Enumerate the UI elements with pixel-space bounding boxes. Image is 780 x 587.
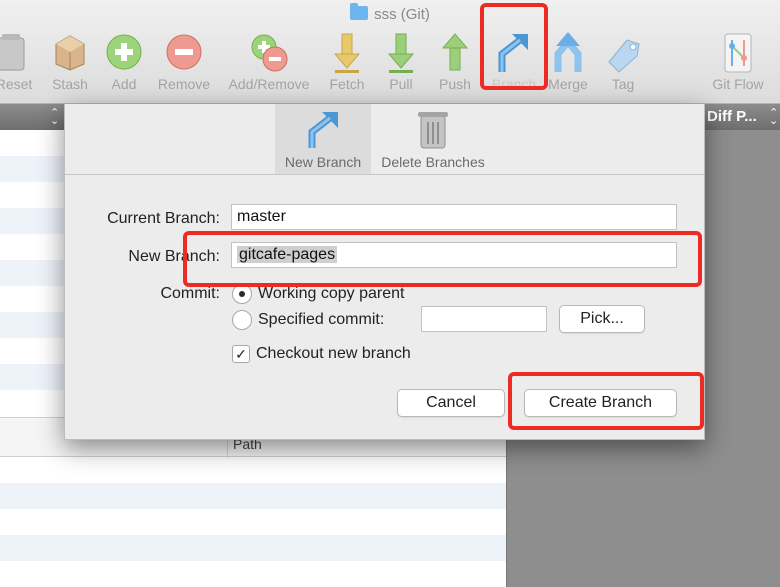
working-copy-label: Working copy parent	[258, 285, 405, 302]
pick-button[interactable]: Pick...	[559, 305, 645, 333]
remove-icon	[166, 34, 202, 70]
git-flow-icon	[724, 33, 752, 73]
list-row	[0, 561, 506, 587]
window-title-text: sss (Git)	[374, 6, 430, 23]
merge-icon	[554, 32, 582, 72]
current-branch-field: master	[231, 204, 677, 230]
tab-delete-branches[interactable]: Delete Branches	[373, 104, 493, 174]
push-icon	[441, 33, 469, 71]
new-branch-icon	[308, 112, 338, 148]
branch-sheet: New Branch Delete Branches Current Branc…	[64, 104, 705, 440]
branch-icon	[498, 34, 528, 72]
window-title: sss (Git)	[0, 3, 780, 23]
remove-label: Remove	[157, 76, 211, 92]
pull-icon	[387, 33, 415, 73]
create-branch-button[interactable]: Create Branch	[524, 389, 677, 417]
reset-icon	[0, 34, 25, 71]
path-list-rows	[0, 457, 506, 587]
sheet-divider	[65, 174, 704, 175]
folder-icon	[350, 3, 369, 20]
diff-header-label[interactable]: Diff P...	[707, 108, 757, 125]
tab-delete-branches-label: Delete Branches	[381, 154, 485, 170]
toolbar: sss (Git) Reset Stash Add Remove Add/Rem…	[0, 0, 780, 104]
new-branch-label: New Branch:	[128, 248, 220, 265]
git-flow-label: Git Flow	[712, 76, 764, 92]
remove-button[interactable]: Remove	[149, 30, 219, 92]
commit-label: Commit:	[160, 285, 220, 302]
list-row	[0, 457, 506, 483]
list-row	[0, 509, 506, 535]
diff-chevron-icon[interactable]: ⌃ ⌄	[769, 108, 778, 127]
specified-commit-field[interactable]	[421, 306, 547, 332]
add-remove-label: Add/Remove	[228, 76, 310, 92]
sort-chevron-icon[interactable]: ⌃ ⌄	[50, 108, 59, 127]
fetch-icon	[333, 33, 361, 73]
add-remove-button[interactable]: Add/Remove	[221, 30, 317, 92]
trash-icon	[418, 112, 448, 149]
specified-commit-label: Specified commit:	[258, 311, 385, 328]
add-remove-icon	[251, 34, 288, 72]
checkout-label: Checkout new branch	[256, 345, 411, 362]
stash-icon	[55, 35, 85, 71]
git-flow-button[interactable]: Git Flow	[703, 30, 773, 92]
new-branch-value: gitcafe-pages	[237, 246, 338, 263]
checkout-checkbox[interactable]: ✓	[232, 345, 250, 363]
working-copy-radio[interactable]	[232, 284, 252, 304]
cancel-button[interactable]: Cancel	[397, 389, 505, 417]
tag-label: Tag	[611, 76, 635, 92]
list-row	[0, 483, 506, 509]
tag-icon	[608, 39, 640, 73]
list-row	[0, 535, 506, 561]
current-branch-label: Current Branch:	[107, 210, 220, 227]
current-branch-value: master	[237, 208, 286, 225]
tag-button[interactable]: Tag	[588, 30, 658, 92]
specified-commit-radio[interactable]	[232, 310, 252, 330]
tab-new-branch-label: New Branch	[284, 154, 362, 170]
tab-new-branch[interactable]: New Branch	[275, 104, 371, 174]
new-branch-input[interactable]: gitcafe-pages	[231, 242, 677, 268]
add-icon	[106, 34, 142, 70]
